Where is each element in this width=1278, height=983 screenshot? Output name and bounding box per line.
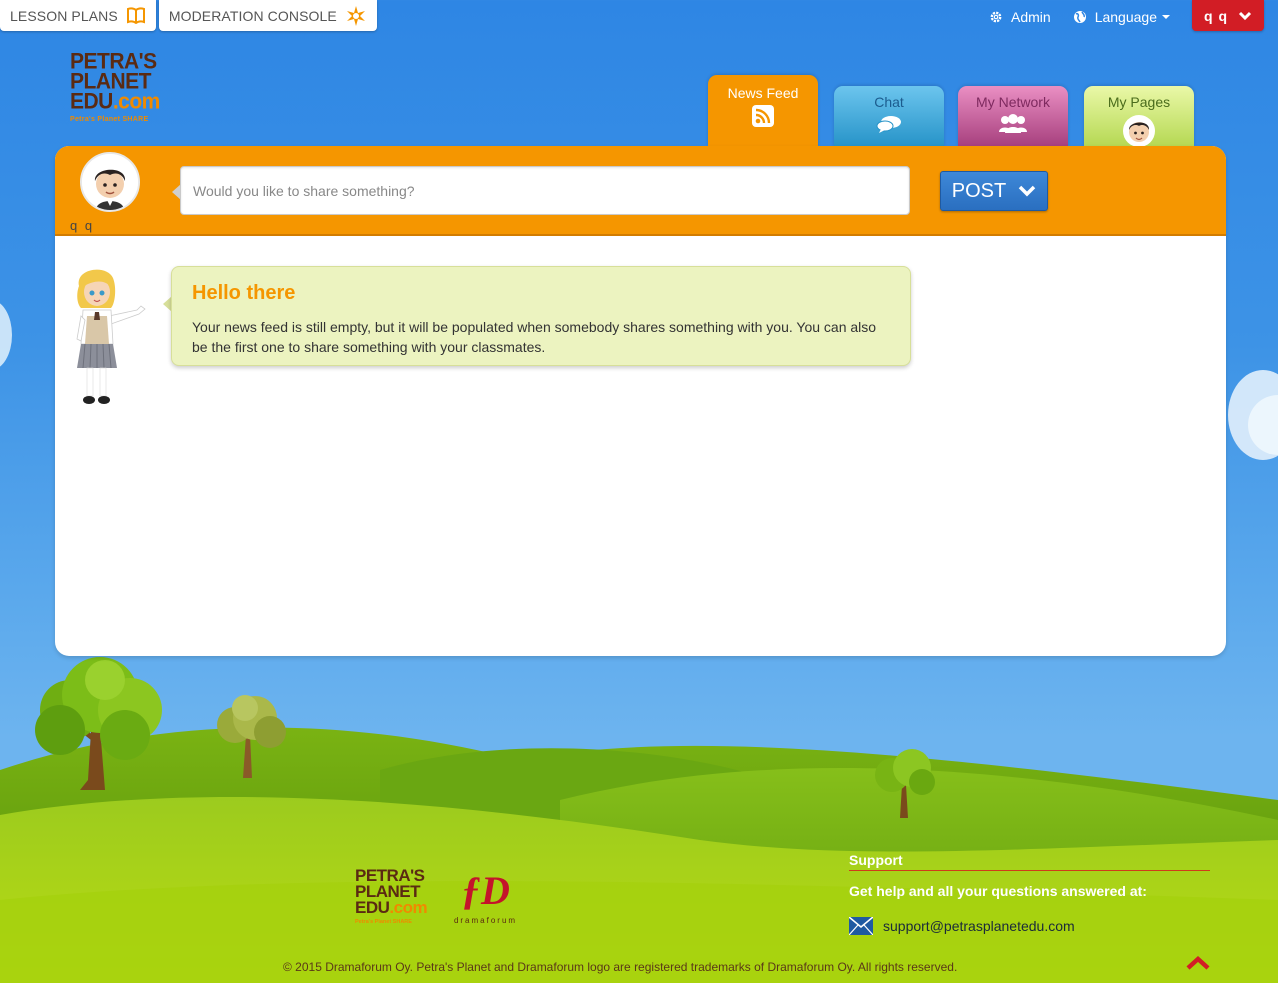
moderation-console-button[interactable]: MODERATION CONSOLE — [158, 0, 377, 31]
tab-chat[interactable]: Chat — [834, 86, 944, 147]
footer-logo-tagline: Petra's Planet SHARE — [355, 919, 412, 926]
envelope-icon — [849, 917, 873, 935]
tab-my-network-label: My Network — [976, 94, 1050, 110]
tab-news-feed[interactable]: News Feed — [708, 75, 818, 147]
footer-logo-edu: EDU — [355, 898, 390, 918]
dramaforum-logo: ƒD dramaforum — [448, 868, 523, 926]
hello-text: Your news feed is still empty, but it wi… — [192, 319, 877, 355]
logo-com: .com — [112, 89, 161, 114]
footer-logo-line3: EDU.com — [355, 898, 445, 918]
petra-character-illustration — [76, 269, 146, 404]
news-feed-panel: q q POST — [55, 146, 1226, 656]
user-avatar[interactable] — [80, 152, 140, 212]
admin-label: Admin — [1011, 9, 1051, 25]
sheriff-star-icon — [345, 5, 367, 27]
dramaforum-name: dramaforum — [453, 916, 518, 925]
footer-logo-com: .com — [389, 898, 428, 918]
lesson-plans-button[interactable]: LESSON PLANS — [0, 0, 156, 31]
support-email-link[interactable]: support@petrasplanetedu.com — [849, 917, 1210, 935]
book-icon — [126, 7, 146, 24]
globe-icon — [1073, 11, 1086, 23]
chevron-up-icon — [1186, 955, 1210, 970]
gear-icon — [990, 11, 1002, 23]
tab-my-pages-label: My Pages — [1107, 94, 1171, 110]
rss-icon — [708, 105, 818, 127]
top-right-nav: Admin Language q q — [989, 0, 1264, 31]
hello-bubble: Hello there Your news feed is still empt… — [171, 266, 911, 366]
support-section: Support Get help and all your questions … — [849, 852, 1210, 935]
petras-planet-logo[interactable]: PETRA'S PLANET EDU.com Petra's Planet SH… — [70, 50, 180, 123]
logo-line3: EDU.com — [70, 89, 180, 114]
back-to-top-button[interactable] — [1186, 955, 1210, 976]
user-initials: q q — [1204, 7, 1228, 24]
logo-tagline: Petra's Planet SHARE — [70, 115, 149, 123]
post-label: POST — [951, 179, 1007, 202]
support-email: support@petrasplanetedu.com — [883, 918, 1075, 934]
share-input[interactable] — [180, 166, 910, 215]
user-menu-button[interactable]: q q — [1192, 0, 1264, 31]
caret-down-icon — [1162, 15, 1170, 19]
copyright-text: © 2015 Dramaforum Oy. Petra's Planet and… — [283, 960, 958, 974]
tab-news-feed-label: News Feed — [727, 85, 799, 101]
tab-my-network[interactable]: My Network — [958, 86, 1068, 147]
avatar-icon — [1084, 114, 1194, 148]
moderation-console-label: MODERATION CONSOLE — [168, 7, 337, 24]
footer-petras-planet-logo: PETRA'S PLANET EDU.com Petra's Planet SH… — [355, 867, 445, 926]
composer-user-name: q q — [70, 218, 95, 233]
admin-link[interactable]: Admin — [989, 9, 1051, 25]
chevron-down-icon — [1018, 185, 1036, 197]
tab-my-pages[interactable]: My Pages — [1084, 86, 1194, 147]
logo-edu: EDU — [70, 89, 113, 114]
chevron-down-icon — [1238, 11, 1252, 20]
composer-bar: q q POST — [55, 146, 1226, 236]
cloud-decoration — [0, 300, 12, 370]
users-icon — [958, 114, 1068, 134]
support-text: Get help and all your questions answered… — [849, 883, 1147, 899]
tab-chat-label: Chat — [874, 94, 904, 110]
language-label: Language — [1094, 9, 1157, 25]
dramaforum-logo-mark: ƒD — [461, 868, 510, 913]
language-dropdown[interactable]: Language — [1073, 9, 1170, 25]
lesson-plans-label: LESSON PLANS — [10, 7, 118, 24]
hello-title: Hello there — [192, 282, 296, 304]
support-heading: Support — [849, 852, 1210, 871]
post-button[interactable]: POST — [940, 171, 1048, 211]
top-left-links: LESSON PLANS MODERATION CONSOLE — [0, 0, 377, 31]
chat-bubbles-icon — [834, 114, 944, 134]
